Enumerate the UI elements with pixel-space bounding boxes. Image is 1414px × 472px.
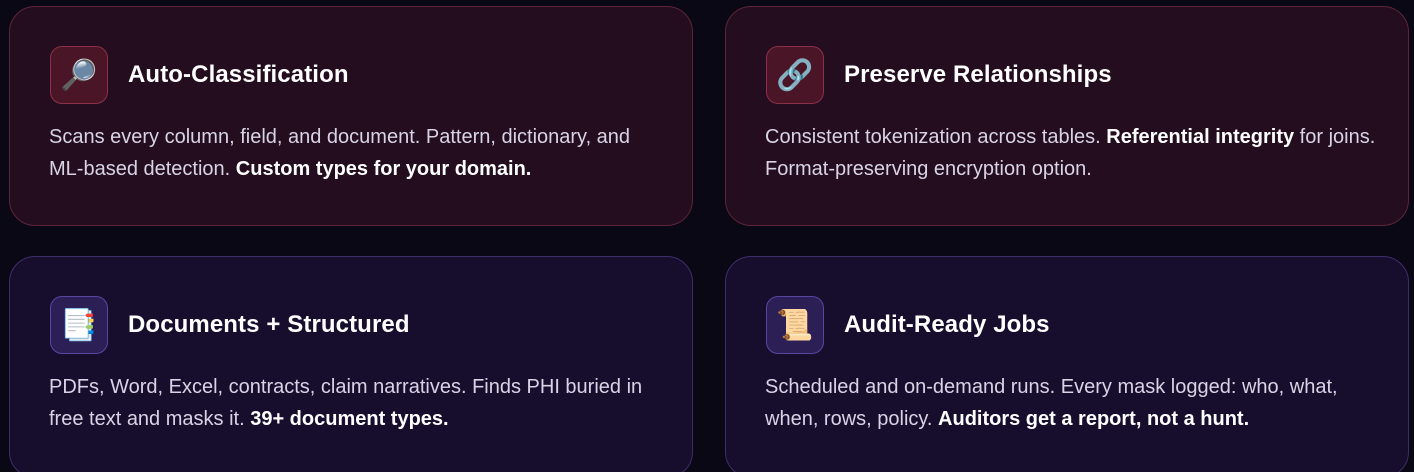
feature-title: Audit-Ready Jobs: [844, 311, 1050, 338]
feature-card-documents-structured: 📑 Documents + Structured PDFs, Word, Exc…: [9, 256, 693, 472]
magnifying-glass-icon: 🔎: [50, 46, 108, 104]
feature-title: Auto-Classification: [128, 61, 349, 88]
feature-description: Scheduled and on-demand runs. Every mask…: [765, 371, 1385, 435]
feature-card-header: 🔎 Auto-Classification: [50, 45, 654, 105]
description-highlight: Referential integrity: [1106, 126, 1295, 148]
feature-card-header: 📜 Audit-Ready Jobs: [766, 295, 1370, 355]
feature-title: Documents + Structured: [128, 311, 410, 338]
document-tabs-icon: 📑: [50, 296, 108, 354]
feature-title: Preserve Relationships: [844, 61, 1112, 88]
feature-card-header: 🔗 Preserve Relationships: [766, 45, 1370, 105]
description-highlight: 39+ document types.: [250, 408, 449, 430]
feature-card-header: 📑 Documents + Structured: [50, 295, 654, 355]
feature-card-auto-classification: 🔎 Auto-Classification Scans every column…: [9, 6, 693, 226]
description-highlight: Auditors get a report, not a hunt.: [938, 408, 1250, 430]
description-highlight: Custom types for your domain.: [235, 158, 532, 180]
scroll-icon: 📜: [766, 296, 824, 354]
description-text: Consistent tokenization across tables.: [765, 126, 1107, 148]
feature-grid: 🔎 Auto-Classification Scans every column…: [0, 0, 1414, 472]
feature-description: PDFs, Word, Excel, contracts, claim narr…: [49, 371, 669, 435]
feature-description: Consistent tokenization across tables. R…: [765, 121, 1385, 185]
link-icon: 🔗: [766, 46, 824, 104]
feature-description: Scans every column, field, and document.…: [49, 121, 669, 185]
feature-card-audit-ready-jobs: 📜 Audit-Ready Jobs Scheduled and on-dema…: [725, 256, 1409, 472]
feature-card-preserve-relationships: 🔗 Preserve Relationships Consistent toke…: [725, 6, 1409, 226]
